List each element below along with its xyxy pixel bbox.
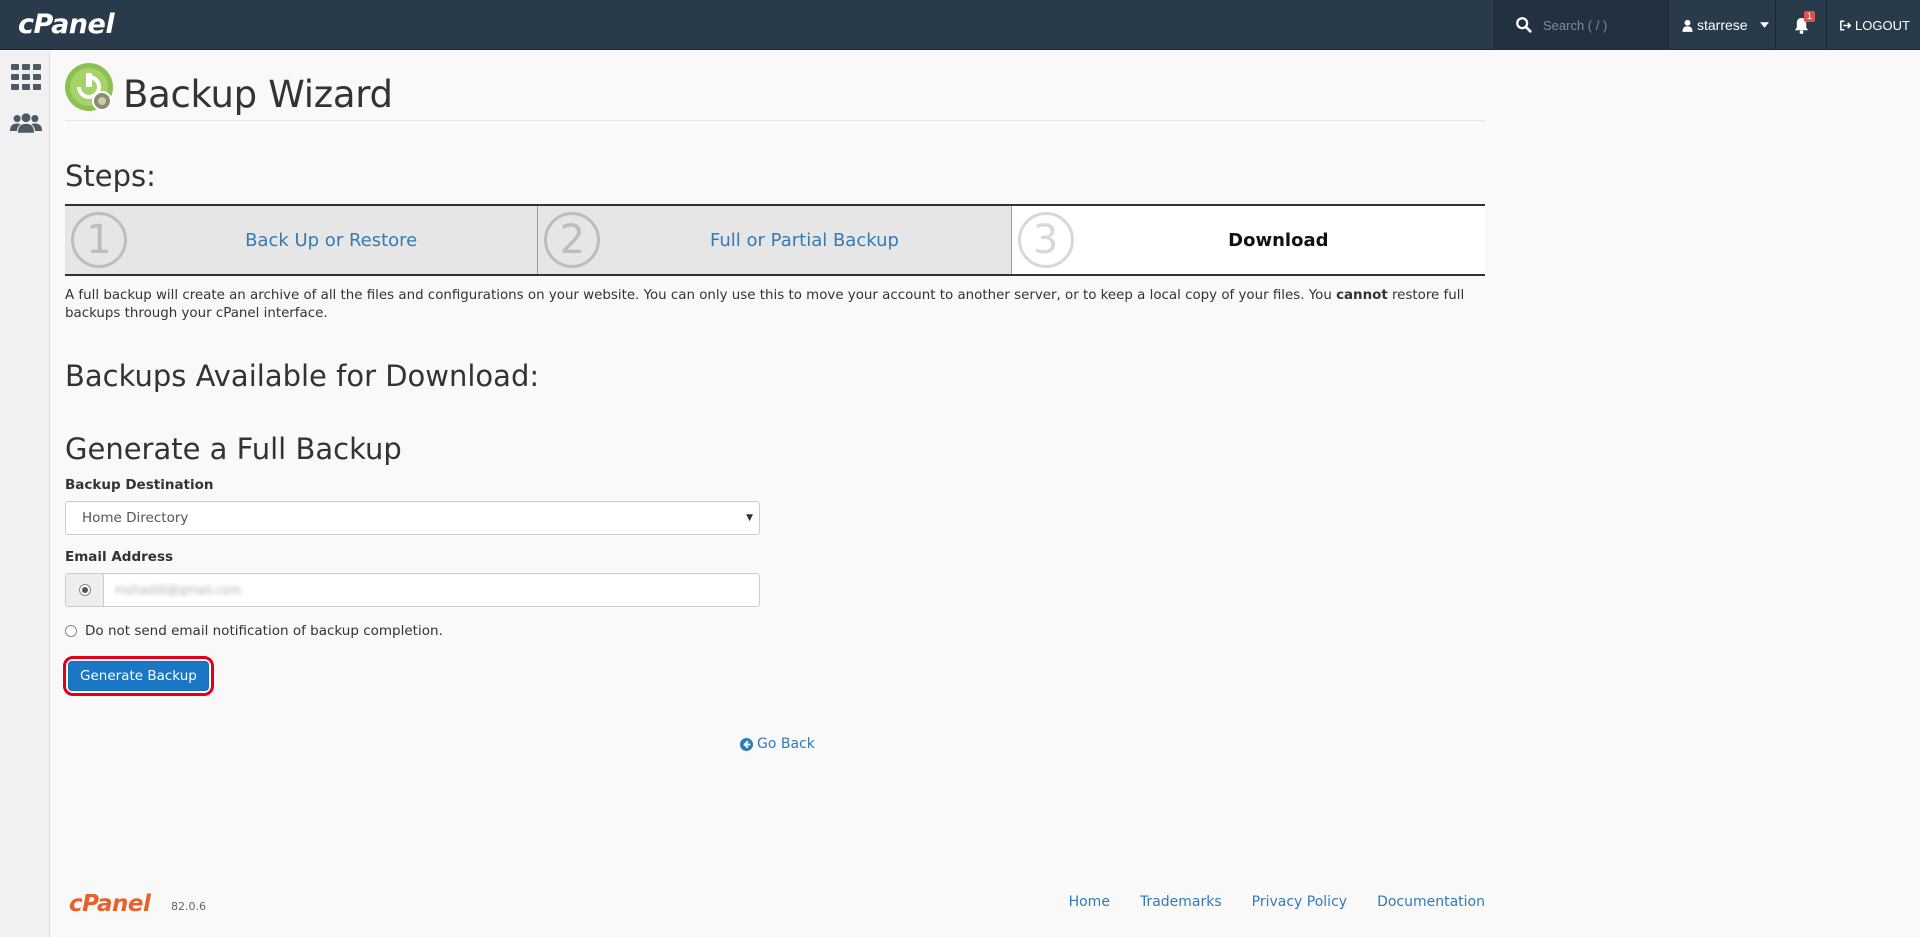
grid-icon (11, 64, 41, 90)
user-icon (1682, 19, 1693, 32)
footer-link-privacy-policy[interactable]: Privacy Policy (1252, 894, 1347, 910)
cpanel-logo[interactable]: cPanel (18, 9, 115, 40)
sidebar-item-tools[interactable] (10, 61, 42, 93)
sidebar-item-users[interactable] (10, 107, 42, 139)
sidebar (0, 51, 50, 937)
footer: cPanel 82.0.6 Home Trademarks Privacy Po… (65, 891, 1485, 917)
step-label: Back Up or Restore (245, 229, 418, 251)
notification-badge: 1 (1804, 11, 1816, 22)
search-icon (1516, 17, 1532, 33)
version-number: 82.0.6 (171, 900, 206, 913)
generate-backup-heading: Generate a Full Backup (65, 432, 402, 466)
steps-heading: Steps: (65, 159, 156, 193)
step-number: 2 (544, 212, 601, 268)
logout-label: LOGOUT (1855, 17, 1910, 33)
arrow-circle-left-icon (740, 737, 753, 751)
highlight-outline: Generate Backup (63, 656, 214, 696)
step-full-or-partial-backup[interactable]: 2 Full or Partial Backup (538, 206, 1012, 274)
username-label: starrese (1697, 17, 1748, 33)
user-menu[interactable]: starrese (1668, 0, 1775, 50)
backup-destination-select[interactable]: Home Directory ▼ (65, 501, 760, 535)
chevron-down-icon (1759, 22, 1769, 28)
step-number: 1 (71, 212, 127, 268)
backup-description: A full backup will create an archive of … (65, 288, 1465, 321)
footer-link-documentation[interactable]: Documentation (1377, 894, 1485, 910)
email-address-label: Email Address (65, 549, 174, 565)
step-number: 3 (1017, 212, 1074, 268)
step-back-up-or-restore[interactable]: 1 Back Up or Restore (65, 206, 539, 274)
no-notification-option[interactable]: Do not send email notification of backup… (65, 623, 443, 639)
backups-available-heading: Backups Available for Download: (65, 359, 540, 393)
go-back-label: Go Back (757, 736, 815, 752)
email-input-group (65, 573, 760, 607)
cannot-emphasis: cannot (1336, 288, 1388, 303)
backup-destination-value: Home Directory (82, 510, 189, 526)
footer-cpanel-logo: cPanel (69, 891, 151, 917)
dropdown-arrow-icon: ▼ (746, 513, 753, 523)
footer-link-home[interactable]: Home (1069, 894, 1110, 910)
top-navbar: cPanel starrese 1 LOGOUT (0, 0, 1920, 50)
footer-link-trademarks[interactable]: Trademarks (1140, 894, 1222, 910)
step-label: Download (1228, 229, 1329, 251)
step-label: Full or Partial Backup (710, 229, 899, 251)
page-header: Backup Wizard (65, 63, 1485, 121)
backup-wizard-icon (65, 63, 113, 111)
footer-links: Home Trademarks Privacy Policy Documenta… (1069, 894, 1485, 910)
backup-destination-label: Backup Destination (65, 477, 214, 493)
page-title: Backup Wizard (123, 73, 393, 116)
go-back-link[interactable]: Go Back (740, 736, 815, 752)
logout-button[interactable]: LOGOUT (1840, 0, 1910, 50)
logout-icon (1840, 19, 1852, 31)
email-notify-radio[interactable] (65, 573, 103, 607)
radio-unselected-icon[interactable] (65, 625, 77, 637)
users-icon (10, 113, 42, 133)
step-download: 3 Download (1011, 206, 1485, 274)
radio-selected-icon (78, 584, 91, 596)
search-box[interactable] (1494, 0, 1668, 50)
notifications-button[interactable]: 1 (1775, 0, 1827, 50)
no-notification-label: Do not send email notification of backup… (85, 623, 443, 639)
email-field[interactable] (103, 573, 760, 607)
wizard-steps: 1 Back Up or Restore 2 Full or Partial B… (65, 204, 1485, 276)
search-input[interactable] (1543, 17, 1663, 33)
generate-backup-button[interactable]: Generate Backup (68, 661, 209, 691)
